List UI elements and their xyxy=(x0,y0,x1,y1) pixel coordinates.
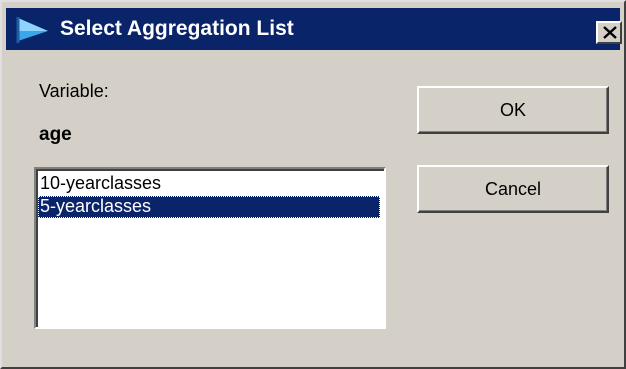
ok-button-label: OK xyxy=(499,100,526,120)
variable-label: Variable: xyxy=(39,81,109,101)
aggregation-listbox[interactable]: 10-yearclasses 5-yearclasses xyxy=(33,166,387,330)
close-button[interactable] xyxy=(596,21,622,44)
flag-icon xyxy=(16,17,48,43)
select-aggregation-dialog: Select Aggregation List Variable: age 10… xyxy=(0,0,626,369)
ok-button[interactable]: OK xyxy=(417,86,609,134)
list-item-10-yearclasses[interactable]: 10-yearclasses xyxy=(38,173,380,195)
title-bar[interactable]: Select Aggregation List xyxy=(6,8,622,50)
list-item-5-yearclasses[interactable]: 5-yearclasses xyxy=(38,196,380,218)
cancel-button[interactable]: Cancel xyxy=(417,165,609,213)
window-title: Select Aggregation List xyxy=(60,17,294,40)
cancel-button-label: Cancel xyxy=(484,179,542,199)
variable-value: age xyxy=(39,124,72,145)
close-icon xyxy=(603,26,617,39)
